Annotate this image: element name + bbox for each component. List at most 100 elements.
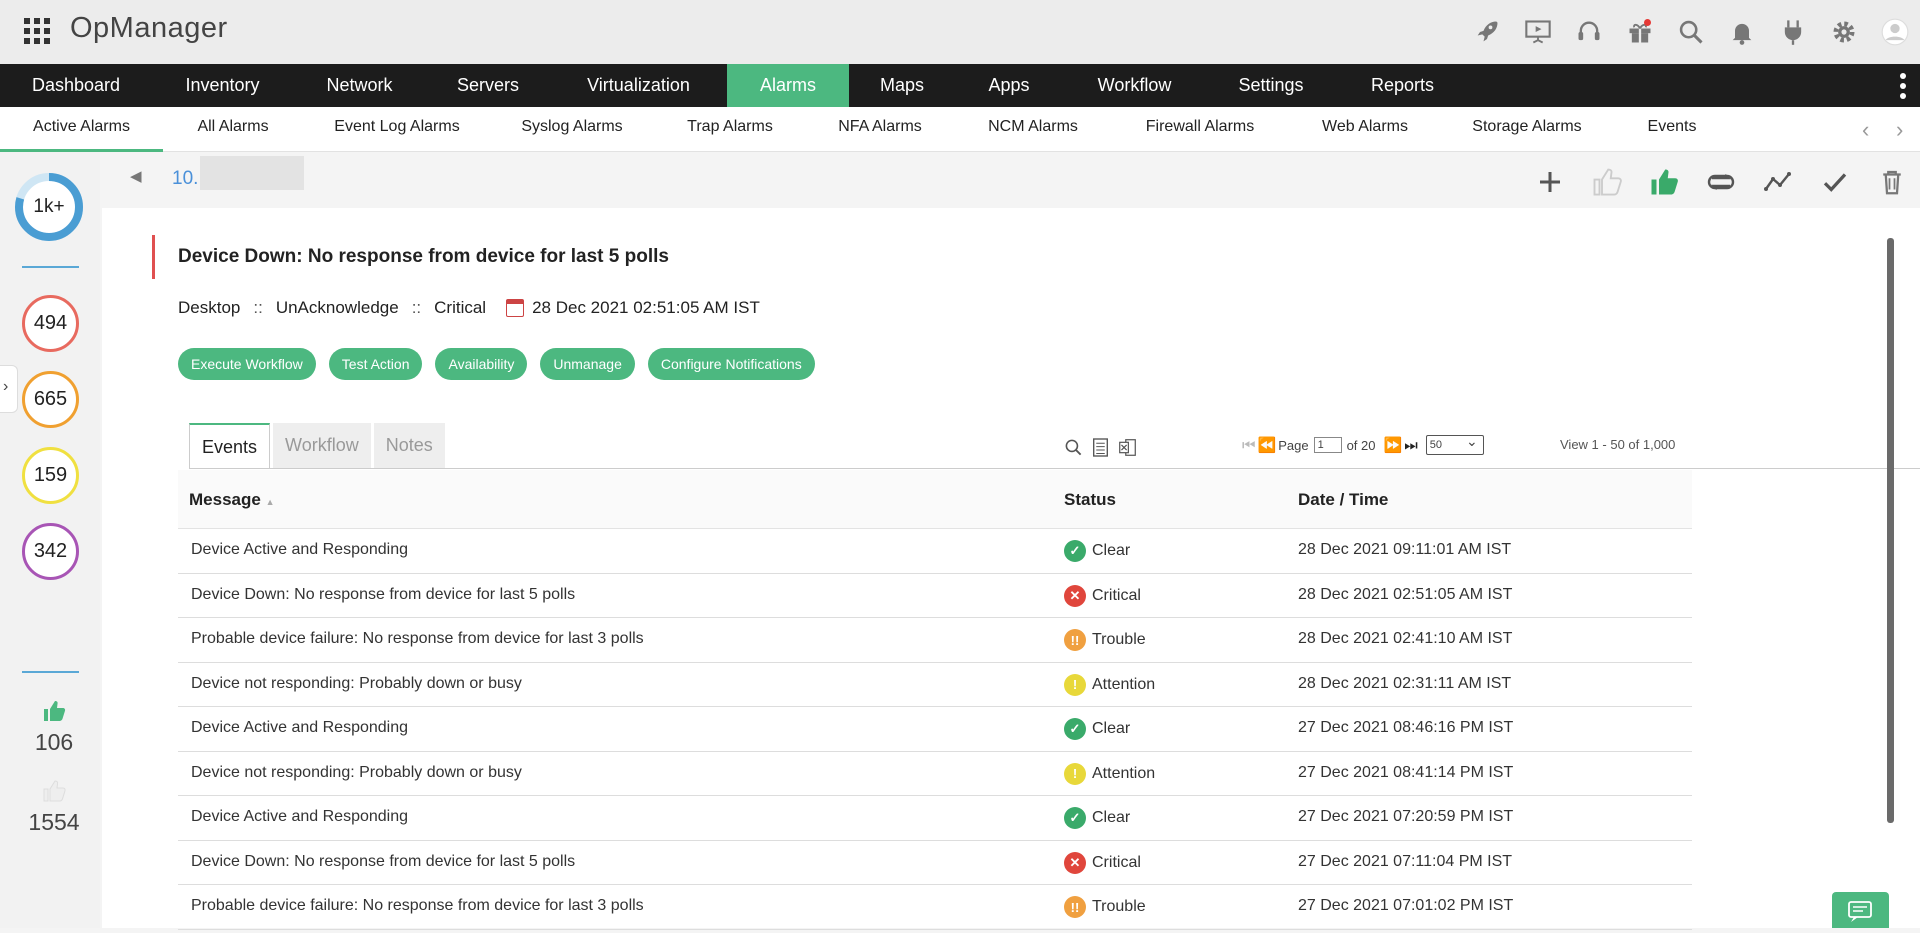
last-page-icon[interactable]: ⏭	[1404, 437, 1417, 454]
table-row[interactable]: Probable device failure: No response fro…	[178, 885, 1692, 930]
configure-notifications-button[interactable]: Configure Notifications	[647, 348, 815, 380]
critical-count-badge[interactable]: 494	[22, 295, 79, 352]
headset-icon[interactable]	[1563, 10, 1614, 54]
subnav-ncm-alarms[interactable]: NCM Alarms	[974, 107, 1092, 152]
search-icon[interactable]	[1060, 436, 1087, 458]
first-page-icon[interactable]: ⏮	[1242, 437, 1255, 454]
device-action-bar: ◀ 10.	[100, 152, 1920, 208]
table-row[interactable]: Device not responding: Probably down or …	[178, 752, 1692, 796]
nav-inventory[interactable]: Inventory	[152, 64, 293, 107]
redacted-ip	[200, 156, 304, 190]
scroll-left-icon[interactable]: ‹	[1862, 117, 1869, 143]
graph-icon[interactable]	[1749, 164, 1806, 200]
alarm-severity: Critical	[434, 298, 487, 317]
calendar-icon	[506, 299, 525, 317]
table-row[interactable]: Device Down: No response from device for…	[178, 841, 1692, 885]
nav-maps[interactable]: Maps	[849, 64, 955, 107]
subnav-web-alarms[interactable]: Web Alarms	[1309, 107, 1421, 152]
subnav-firewall-alarms[interactable]: Firewall Alarms	[1130, 107, 1270, 152]
gift-icon[interactable]	[1614, 10, 1665, 54]
page-input[interactable]: 1	[1313, 437, 1342, 453]
acknowledge-icon[interactable]	[1635, 164, 1692, 200]
attention-count-badge[interactable]: 159	[22, 447, 79, 504]
plug-icon[interactable]	[1767, 10, 1818, 54]
status-label: Trouble	[1092, 898, 1146, 915]
gear-icon[interactable]	[1818, 10, 1869, 54]
execute-workflow-button[interactable]: Execute Workflow	[178, 348, 316, 380]
row-datetime: 28 Dec 2021 02:41:10 AM IST	[1298, 630, 1513, 647]
panel-expand-button[interactable]: ›	[0, 365, 18, 413]
app-launcher-icon[interactable]	[24, 18, 50, 44]
back-arrow-icon[interactable]: ◀	[130, 167, 142, 185]
subnav-active-alarms[interactable]: Active Alarms	[0, 107, 163, 152]
subnav-storage-alarms[interactable]: Storage Alarms	[1462, 107, 1592, 152]
table-row[interactable]: Device Down: No response from device for…	[178, 574, 1692, 618]
device-ip-link[interactable]: 10.	[172, 168, 198, 190]
tab-workflow[interactable]: Workflow	[273, 423, 371, 468]
user-avatar-icon[interactable]	[1869, 10, 1920, 54]
table-row[interactable]: Probable device failure: No response fro…	[178, 618, 1692, 663]
availability-button[interactable]: Availability	[435, 348, 528, 380]
presentation-icon[interactable]	[1512, 10, 1563, 54]
nav-apps[interactable]: Apps	[955, 64, 1063, 107]
nav-network[interactable]: Network	[293, 64, 426, 107]
clear-check-icon[interactable]	[1806, 164, 1863, 200]
detail-tabs: Events Workflow Notes	[189, 423, 448, 468]
prev-page-icon[interactable]: ⏪	[1258, 436, 1277, 454]
nav-servers[interactable]: Servers	[426, 64, 550, 107]
status-label: Clear	[1092, 720, 1131, 737]
tab-notes[interactable]: Notes	[373, 423, 445, 468]
app-logo[interactable]: OpManager	[70, 12, 228, 45]
nav-virtualization[interactable]: Virtualization	[550, 64, 727, 107]
chat-button[interactable]	[1832, 892, 1889, 928]
column-message[interactable]: Message ▲	[189, 490, 274, 510]
nav-workflow[interactable]: Workflow	[1063, 64, 1206, 107]
bell-icon[interactable]	[1716, 10, 1767, 54]
column-datetime[interactable]: Date / Time	[1298, 490, 1388, 510]
acknowledged-count: 106	[34, 729, 74, 755]
row-datetime: 27 Dec 2021 07:20:59 PM IST	[1298, 808, 1514, 825]
service-down-count-badge[interactable]: 342	[22, 523, 79, 580]
tab-events[interactable]: Events	[189, 423, 271, 468]
status-label: Clear	[1092, 809, 1131, 826]
delete-icon[interactable]	[1863, 164, 1920, 200]
table-row[interactable]: Device Active and Responding ✓ Clear 27 Dec…	[178, 796, 1692, 841]
test-action-button[interactable]: Test Action	[328, 348, 423, 380]
subnav-syslog-alarms[interactable]: Syslog Alarms	[508, 107, 636, 152]
csv-export-icon[interactable]	[1087, 436, 1114, 458]
acknowledge-outline-icon[interactable]	[1578, 164, 1635, 200]
nav-dashboard[interactable]: Dashboard	[0, 64, 152, 107]
separator: ::	[253, 298, 263, 317]
subnav-events[interactable]: Events	[1632, 107, 1712, 152]
alarm-ack-state: UnAcknowledge	[275, 298, 399, 317]
nav-settings[interactable]: Settings	[1206, 64, 1336, 107]
subnav-all-alarms[interactable]: All Alarms	[182, 107, 284, 152]
per-page-select[interactable]: 50	[1425, 432, 1484, 455]
unmanage-button[interactable]: Unmanage	[540, 348, 635, 380]
repeat-icon[interactable]	[1692, 164, 1749, 200]
nav-reports[interactable]: Reports	[1336, 64, 1469, 107]
rocket-icon[interactable]	[1461, 10, 1512, 54]
trouble-count-badge[interactable]: 665	[22, 371, 79, 428]
status-clear-icon: ✓	[1064, 540, 1086, 562]
subnav-trap-alarms[interactable]: Trap Alarms	[672, 107, 788, 152]
add-icon[interactable]	[1521, 164, 1578, 200]
unacknowledged-block[interactable]: 1554	[22, 780, 86, 836]
column-status[interactable]: Status	[1064, 490, 1116, 510]
acknowledged-block[interactable]: 106	[22, 700, 86, 756]
subnav-nfa-alarms[interactable]: NFA Alarms	[823, 107, 937, 152]
search-icon[interactable]	[1665, 10, 1716, 54]
nav-alarms[interactable]: Alarms	[727, 64, 849, 107]
scroll-right-icon[interactable]: ›	[1896, 117, 1903, 143]
row-status: ✕ Critical	[1064, 584, 1141, 607]
table-row[interactable]: Device not responding: Probably down or …	[178, 663, 1692, 707]
next-page-icon[interactable]: ⏩	[1384, 436, 1403, 454]
table-row[interactable]: Device Active and Responding ✓ Clear 27 Dec…	[178, 707, 1692, 752]
vertical-scrollbar[interactable]	[1887, 238, 1894, 823]
status-label: Critical	[1092, 853, 1141, 871]
table-row[interactable]: Device Active and Responding ✓ Clear 28 Dec…	[178, 529, 1692, 574]
excel-export-icon[interactable]	[1114, 436, 1141, 458]
subnav-event-log-alarms[interactable]: Event Log Alarms	[322, 107, 472, 152]
alarm-actions	[1521, 164, 1920, 200]
more-menu-icon[interactable]	[1900, 73, 1906, 99]
